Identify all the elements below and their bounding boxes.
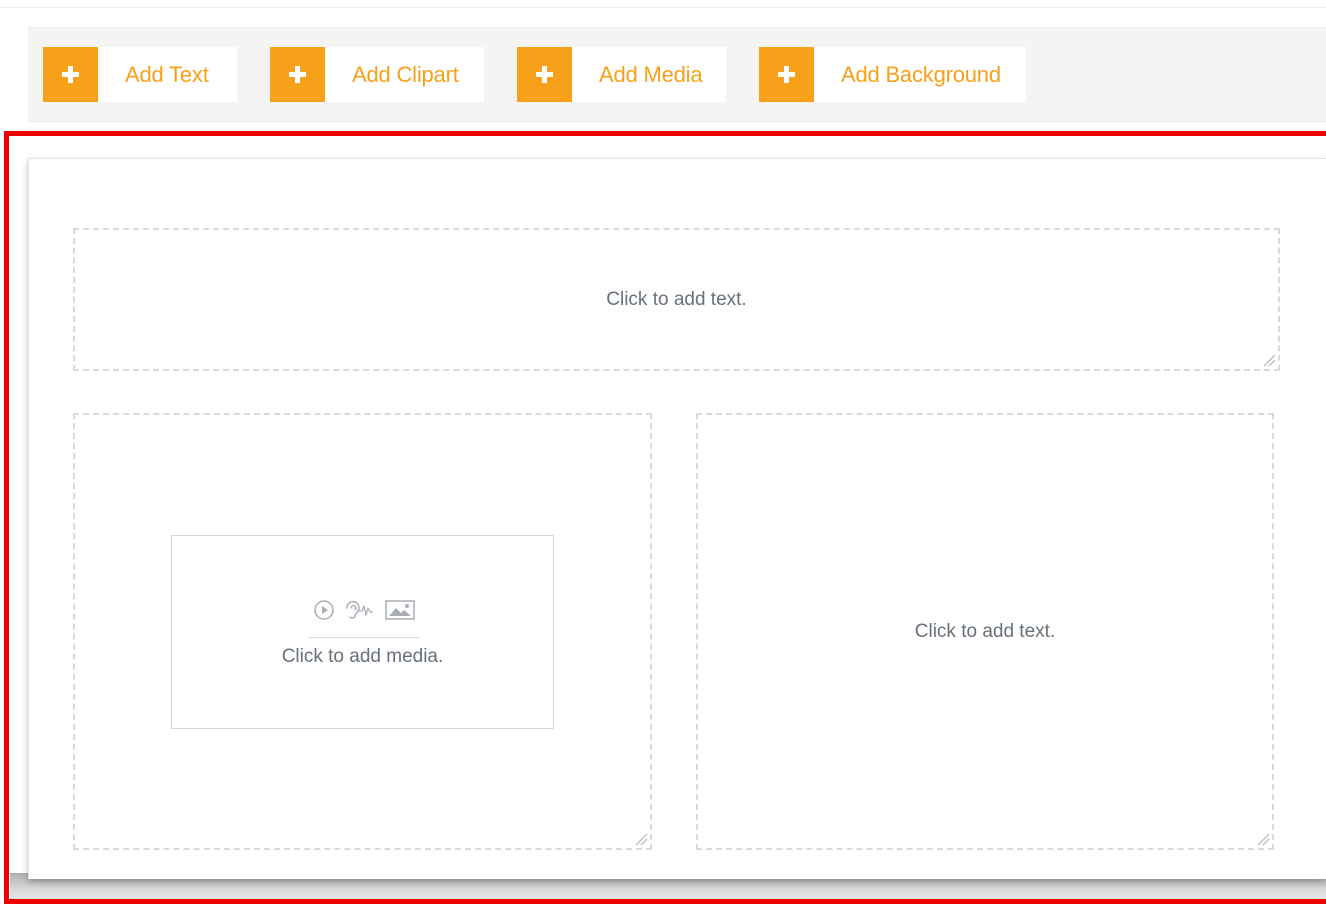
plus-icon [759,47,814,102]
add-background-button[interactable]: Add Background [759,47,1026,102]
add-clipart-label: Add Clipart [352,61,459,87]
add-background-label: Add Background [841,61,1001,87]
add-media-button[interactable]: Add Media [517,47,726,102]
plus-icon [43,47,98,102]
highlight-frame [4,131,1326,904]
top-strip [0,0,1326,8]
add-media-label: Add Media [599,61,703,87]
plus-icon [270,47,325,102]
plus-icon [517,47,572,102]
add-text-button[interactable]: Add Text [43,47,237,102]
add-content-toolbar: Add Text Add Clipart Add Media Add Backg… [28,27,1326,122]
add-text-label: Add Text [125,61,209,87]
add-clipart-button[interactable]: Add Clipart [270,47,484,102]
